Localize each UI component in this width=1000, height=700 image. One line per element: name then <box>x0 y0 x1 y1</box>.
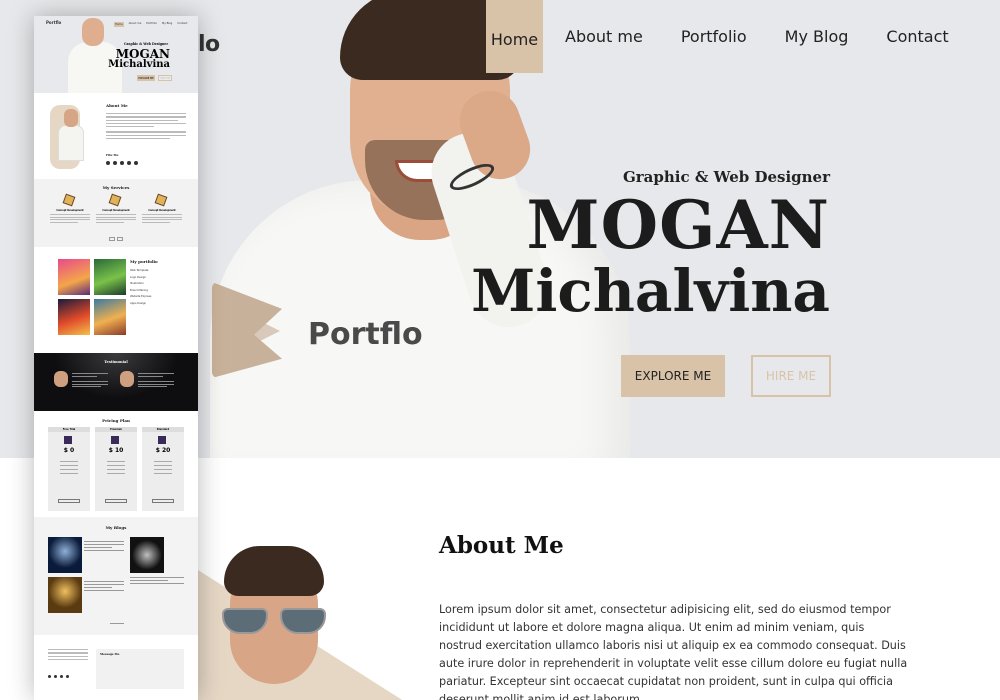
preview-services-title: My Services <box>102 185 130 190</box>
nav-portfolio[interactable]: Portfolio <box>681 0 747 73</box>
preview-subtitle: Graphic & Web Designer <box>124 42 168 46</box>
preview-portfolio-item: Illustration <box>130 282 144 286</box>
hero-subtitle: Graphic & Web Designer <box>622 168 830 186</box>
brand-watermark: Portflo <box>212 282 423 382</box>
preview-plan-price: $ 0 <box>63 447 75 454</box>
preview-message-title: Message Me <box>100 652 120 656</box>
preview-portfolio-item: Apps Design <box>130 301 147 305</box>
about-title: About Me <box>439 532 564 559</box>
preview-plan-price: $ 20 <box>155 447 171 454</box>
brand-name: Portflo <box>308 316 423 352</box>
about-text: Lorem ipsum dolor sit amet, consectetur … <box>439 603 908 700</box>
preview-pricing-title: Pricing Plan <box>102 418 130 423</box>
nav-my-blog[interactable]: My Blog <box>785 0 849 73</box>
preview-about-title: About Me <box>106 103 128 108</box>
explore-me-button[interactable]: EXPLORE ME <box>621 355 725 397</box>
preview-nav-blog: My Blog <box>161 22 173 25</box>
preview-about: About Me Fllw Me <box>34 93 198 179</box>
preview-plan-name: Standard <box>142 427 184 432</box>
preview-blogs-title: My Blogs <box>105 525 127 530</box>
nav-home[interactable]: Home <box>486 0 543 73</box>
about-photo <box>218 546 338 700</box>
preview-nav-contact: Contact <box>177 22 188 25</box>
nav-contact[interactable]: Contact <box>886 0 948 73</box>
nav-about-me[interactable]: About me <box>565 0 643 73</box>
brand-logo-icon <box>212 282 302 382</box>
preview-blogs: My Blogs <box>34 517 198 635</box>
full-page-preview: Portflo Home About me Portfolio My Blog … <box>34 16 198 700</box>
page: lo Home About me Portfolio My Blog Conta… <box>0 0 1000 700</box>
preview-service-name: Concept Development <box>102 209 130 212</box>
preview-hero: Portflo Home About me Portfolio My Blog … <box>34 16 198 93</box>
preview-service-name: Concept Development <box>56 209 84 212</box>
preview-nav-home: Home <box>114 22 124 27</box>
preview-plan-name: Premium <box>95 427 137 432</box>
hero-text: Graphic & Web Designer MOGAN Michalvina <box>471 168 830 324</box>
preview-explore-button: EXPLORE ME <box>137 75 155 81</box>
preview-services: My Services Concept Development Concept … <box>34 179 198 247</box>
preview-portfolio-title: My portfolio <box>130 259 158 264</box>
preview-name-last: Michalvina <box>108 59 170 70</box>
preview-nav-portfolio: Portfolio <box>146 22 157 25</box>
site-logo-partial[interactable]: lo <box>198 32 220 57</box>
preview-pricing: Pricing Plan Free Trial $ 0 Premium $ 10… <box>34 411 198 517</box>
preview-plan-price: $ 10 <box>108 447 124 454</box>
preview-nav: Home About me Portfolio My Blog Contact <box>114 22 187 27</box>
preview-portfolio-item: Brand Making <box>130 288 148 292</box>
preview-hire-button: HIRE ME <box>158 75 172 81</box>
preview-plan-name: Free Trial <box>48 427 90 432</box>
preview-nav-about: About me <box>128 22 142 25</box>
preview-portfolio: My portfolio Web Template Logo Design Il… <box>34 247 198 353</box>
main-nav: Home About me Portfolio My Blog Contact <box>486 0 949 73</box>
preview-portfolio-item: Website Express <box>130 295 152 299</box>
hire-me-button[interactable]: HIRE ME <box>751 355 831 397</box>
hero-name-first: MOGAN <box>526 186 830 264</box>
preview-follow-label: Fllw Me <box>106 153 119 157</box>
preview-service-name: Concept Development <box>148 209 176 212</box>
preview-portfolio-item: Logo Design <box>130 275 146 279</box>
hero-name-last: Michalvina <box>471 257 830 325</box>
preview-logo: Portflo <box>46 20 62 25</box>
preview-testimonial-title: Testimonial <box>104 360 128 364</box>
preview-testimonial: Testimonial <box>34 353 198 411</box>
preview-footer: Message Me <box>34 635 198 700</box>
preview-portfolio-item: Web Template <box>130 269 149 272</box>
